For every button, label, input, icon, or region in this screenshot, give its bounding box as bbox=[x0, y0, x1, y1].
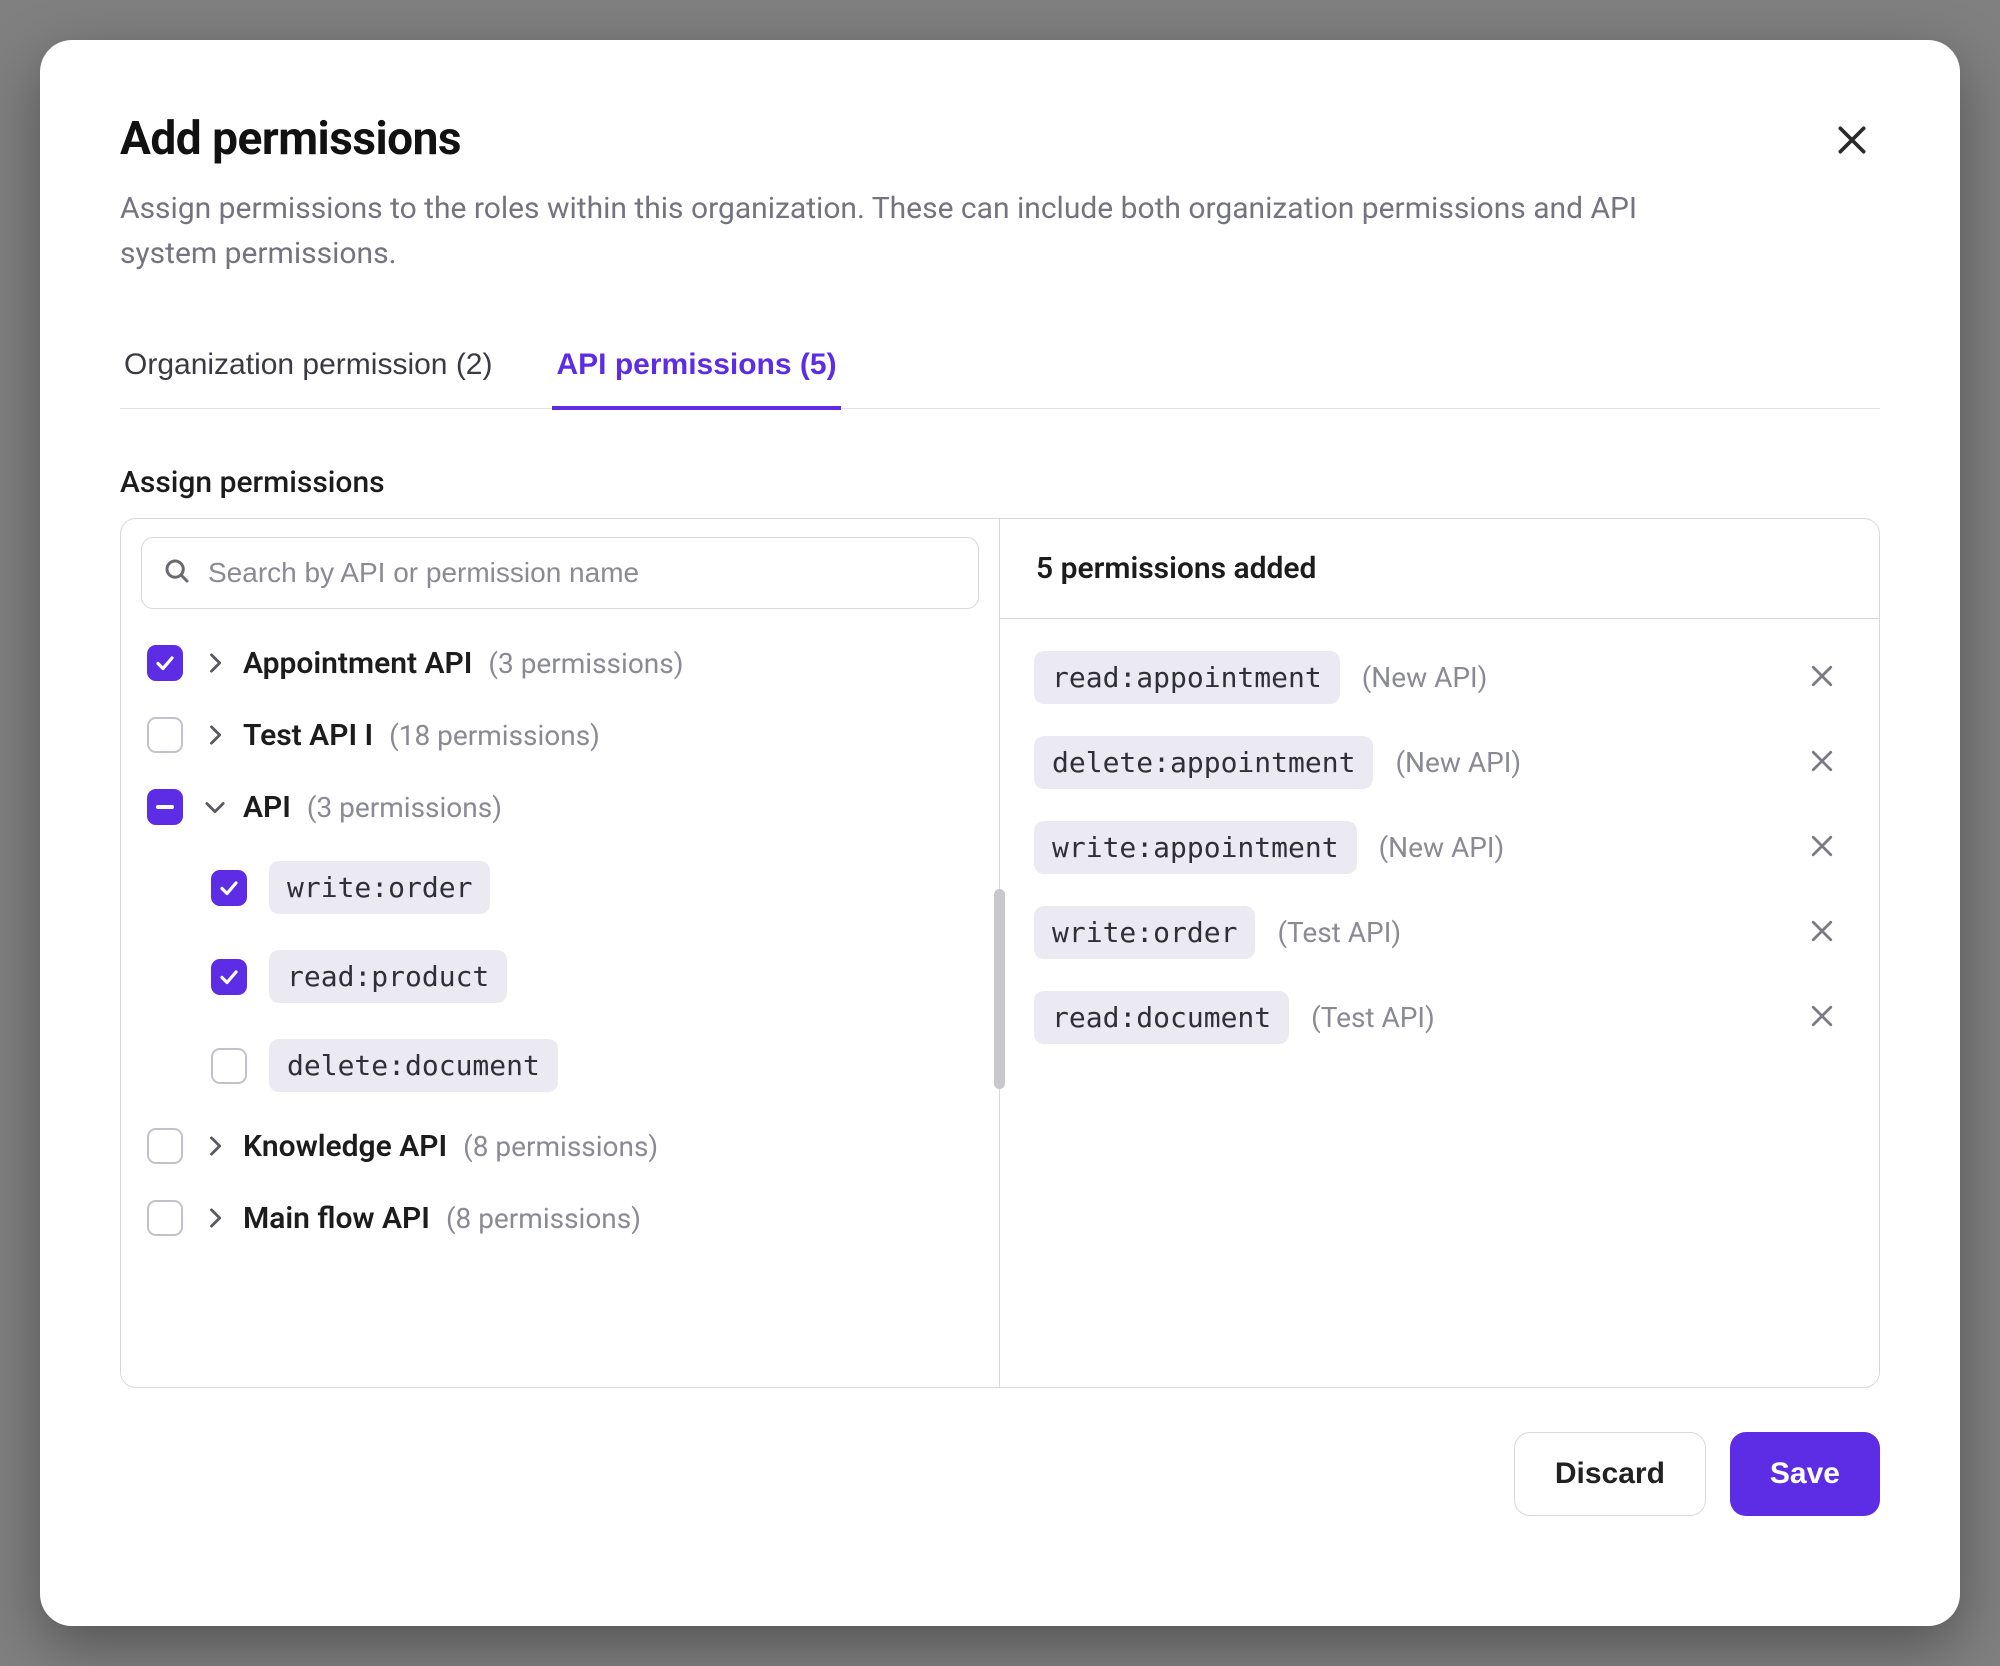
tree-row-api[interactable]: API (3 permissions) bbox=[141, 771, 979, 843]
selected-permissions-panel: 5 permissions added read:appointment (Ne… bbox=[1000, 519, 1879, 1387]
api-name: Main flow API bbox=[243, 1201, 430, 1236]
permission-source: (New API) bbox=[1395, 746, 1521, 779]
permission-source: (Test API) bbox=[1277, 916, 1401, 949]
selected-row: read:appointment (New API) bbox=[1024, 635, 1855, 720]
remove-button[interactable] bbox=[1799, 823, 1845, 872]
permission-chip: read:document bbox=[1034, 991, 1289, 1044]
checkbox[interactable] bbox=[147, 645, 183, 681]
chevron-right-icon[interactable] bbox=[201, 721, 229, 749]
chevron-right-icon[interactable] bbox=[201, 1132, 229, 1160]
add-permissions-modal: Add permissions Assign permissions to th… bbox=[40, 40, 1960, 1626]
permission-source: (New API) bbox=[1379, 831, 1505, 864]
api-name: API bbox=[243, 790, 291, 825]
remove-button[interactable] bbox=[1799, 993, 1845, 1042]
tree-row-appointment-api[interactable]: Appointment API (3 permissions) bbox=[141, 627, 979, 699]
permission-count: (3 permissions) bbox=[488, 647, 683, 680]
checkbox[interactable] bbox=[147, 1128, 183, 1164]
remove-button[interactable] bbox=[1799, 908, 1845, 957]
permission-count: (18 permissions) bbox=[389, 719, 600, 752]
chevron-right-icon[interactable] bbox=[201, 1204, 229, 1232]
tree-row-test-api-i[interactable]: Test API I (18 permissions) bbox=[141, 699, 979, 771]
remove-button[interactable] bbox=[1799, 738, 1845, 787]
api-name: Knowledge API bbox=[243, 1129, 447, 1164]
close-icon bbox=[1807, 1019, 1837, 1034]
modal-title: Add permissions bbox=[120, 112, 1740, 166]
permissions-panel: Appointment API (3 permissions) Test API… bbox=[120, 518, 1880, 1388]
permission-chip: write:appointment bbox=[1034, 821, 1357, 874]
selected-header: 5 permissions added bbox=[1000, 519, 1879, 619]
permission-chip: write:order bbox=[269, 861, 490, 914]
selected-row: read:document (Test API) bbox=[1024, 975, 1855, 1060]
modal-header: Add permissions Assign permissions to th… bbox=[120, 112, 1880, 276]
permission-count: (3 permissions) bbox=[307, 791, 502, 824]
modal-subtitle: Assign permissions to the roles within t… bbox=[120, 186, 1740, 276]
api-name: Appointment API bbox=[243, 646, 472, 681]
tab-api-permissions[interactable]: API permissions (5) bbox=[552, 326, 840, 410]
permission-chip: delete:appointment bbox=[1034, 736, 1373, 789]
selected-row: delete:appointment (New API) bbox=[1024, 720, 1855, 805]
close-icon bbox=[1832, 148, 1872, 163]
api-tree: Appointment API (3 permissions) Test API… bbox=[121, 627, 999, 1387]
available-permissions-panel: Appointment API (3 permissions) Test API… bbox=[121, 519, 1000, 1387]
close-icon bbox=[1807, 679, 1837, 694]
permission-chip: delete:document bbox=[269, 1039, 558, 1092]
search-box[interactable] bbox=[141, 537, 979, 609]
search-input[interactable] bbox=[208, 557, 958, 589]
permission-source: (Test API) bbox=[1311, 1001, 1435, 1034]
tree-perm-write-order[interactable]: write:order bbox=[141, 843, 979, 932]
tab-organization-permission[interactable]: Organization permission (2) bbox=[120, 326, 496, 410]
chevron-down-icon[interactable] bbox=[201, 793, 229, 821]
tree-perm-read-product[interactable]: read:product bbox=[141, 932, 979, 1021]
permission-chip: write:order bbox=[1034, 906, 1255, 959]
checkbox[interactable] bbox=[211, 870, 247, 906]
close-icon bbox=[1807, 849, 1837, 864]
selected-row: write:appointment (New API) bbox=[1024, 805, 1855, 890]
save-button[interactable]: Save bbox=[1730, 1432, 1880, 1516]
checkbox[interactable] bbox=[147, 1200, 183, 1236]
discard-button[interactable]: Discard bbox=[1514, 1432, 1706, 1516]
chevron-right-icon[interactable] bbox=[201, 649, 229, 677]
tree-row-main-flow-api[interactable]: Main flow API (8 permissions) bbox=[141, 1182, 979, 1254]
modal-footer: Discard Save bbox=[120, 1432, 1880, 1516]
assign-permissions-label: Assign permissions bbox=[120, 465, 1880, 500]
close-button[interactable] bbox=[1824, 112, 1880, 171]
tree-row-knowledge-api[interactable]: Knowledge API (8 permissions) bbox=[141, 1110, 979, 1182]
remove-button[interactable] bbox=[1799, 653, 1845, 702]
close-icon bbox=[1807, 934, 1837, 949]
checkbox[interactable] bbox=[211, 1048, 247, 1084]
scrollbar-thumb[interactable] bbox=[994, 889, 1005, 1089]
selected-row: write:order (Test API) bbox=[1024, 890, 1855, 975]
permission-count: (8 permissions) bbox=[463, 1130, 658, 1163]
checkbox[interactable] bbox=[147, 717, 183, 753]
api-name: Test API I bbox=[243, 718, 373, 753]
tree-perm-delete-document[interactable]: delete:document bbox=[141, 1021, 979, 1110]
permission-chip: read:product bbox=[269, 950, 507, 1003]
checkbox[interactable] bbox=[211, 959, 247, 995]
permission-source: (New API) bbox=[1362, 661, 1488, 694]
selected-list: read:appointment (New API) delete:appoin… bbox=[1000, 619, 1879, 1387]
permission-chip: read:appointment bbox=[1034, 651, 1340, 704]
permission-count: (8 permissions) bbox=[446, 1202, 641, 1235]
checkbox-indeterminate[interactable] bbox=[147, 789, 183, 825]
tabs: Organization permission (2) API permissi… bbox=[120, 326, 1880, 409]
close-icon bbox=[1807, 764, 1837, 779]
search-icon bbox=[162, 556, 192, 590]
